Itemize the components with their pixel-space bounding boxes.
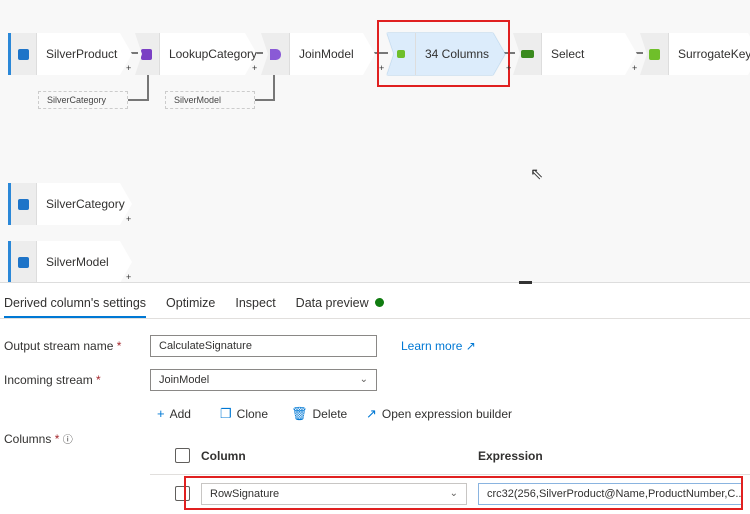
node-lookupcategory[interactable]: LookupCategory bbox=[135, 33, 257, 75]
clone-icon: ❐ bbox=[220, 406, 232, 421]
source-icon bbox=[8, 241, 36, 282]
ghost-input-silvercategory: SilverCategory bbox=[38, 91, 128, 109]
external-link-icon: ↗ bbox=[465, 339, 476, 353]
info-icon: ⓘ bbox=[62, 435, 73, 446]
node-silvermodel[interactable]: SilverModel bbox=[8, 241, 132, 282]
add-transform-button[interactable]: + bbox=[252, 63, 257, 73]
tab-data-preview[interactable]: Data preview bbox=[296, 296, 384, 318]
selection-highlight bbox=[377, 20, 510, 87]
add-transform-button[interactable]: + bbox=[126, 63, 131, 73]
add-transform-button[interactable]: + bbox=[632, 63, 637, 73]
node-select[interactable]: Select bbox=[513, 33, 637, 75]
add-transform-button[interactable]: + bbox=[379, 63, 384, 73]
source-icon bbox=[8, 183, 36, 225]
columns-label: Columns * ⓘ bbox=[4, 432, 73, 446]
status-dot bbox=[374, 298, 384, 307]
add-transform-button[interactable]: + bbox=[126, 214, 131, 224]
tab-inspect[interactable]: Inspect bbox=[235, 296, 275, 318]
tab-optimize[interactable]: Optimize bbox=[166, 296, 215, 318]
node-joinmodel[interactable]: JoinModel bbox=[261, 33, 375, 75]
select-icon bbox=[513, 33, 541, 75]
node-silverproduct[interactable]: SilverProduct bbox=[8, 33, 132, 75]
mouse-cursor-icon: ⇖ bbox=[530, 166, 544, 183]
learn-more-link[interactable]: Learn more ↗ bbox=[401, 339, 476, 353]
surrogate-key-icon bbox=[640, 33, 668, 75]
resize-handle[interactable] bbox=[519, 281, 532, 284]
chevron-down-icon: ⌄ bbox=[359, 374, 368, 385]
add-button[interactable]: + Add bbox=[157, 406, 191, 421]
select-all-checkbox[interactable] bbox=[175, 448, 190, 463]
row-highlight bbox=[184, 476, 743, 510]
output-stream-input[interactable]: CalculateSignature bbox=[150, 335, 377, 357]
external-link-icon: ↗ bbox=[366, 406, 377, 421]
output-stream-label: Output stream name * bbox=[4, 339, 122, 353]
expression-header: Expression bbox=[478, 449, 543, 463]
add-transform-button[interactable]: + bbox=[506, 63, 511, 73]
column-header: Column bbox=[201, 449, 246, 463]
incoming-stream-select[interactable]: JoinModel ⌄ bbox=[150, 369, 377, 391]
tab-derived-column-settings[interactable]: Derived column's settings bbox=[4, 296, 147, 318]
node-surrogatekey1[interactable]: SurrogateKey1 bbox=[640, 33, 750, 75]
ghost-input-silvermodel: SilverModel bbox=[165, 91, 255, 109]
clone-button[interactable]: ❐ Clone bbox=[220, 406, 268, 422]
panel-divider bbox=[0, 282, 750, 283]
add-transform-button[interactable]: + bbox=[126, 272, 131, 282]
dataflow-canvas[interactable]: SilverProduct LookupCategory JoinModel 3… bbox=[0, 0, 750, 282]
settings-tabs: Derived column's settings Optimize Inspe… bbox=[4, 296, 384, 318]
incoming-stream-label: Incoming stream * bbox=[4, 373, 101, 387]
node-silvercategory[interactable]: SilverCategory bbox=[8, 183, 132, 225]
trash-icon: 🗑 bbox=[291, 406, 308, 421]
delete-button[interactable]: 🗑 Delete bbox=[291, 406, 347, 422]
join-icon bbox=[261, 33, 289, 75]
lookup-icon bbox=[135, 33, 159, 75]
open-expression-builder-button[interactable]: ↗ Open expression builder bbox=[366, 406, 512, 422]
plus-icon: + bbox=[157, 406, 165, 421]
source-icon bbox=[8, 33, 36, 75]
